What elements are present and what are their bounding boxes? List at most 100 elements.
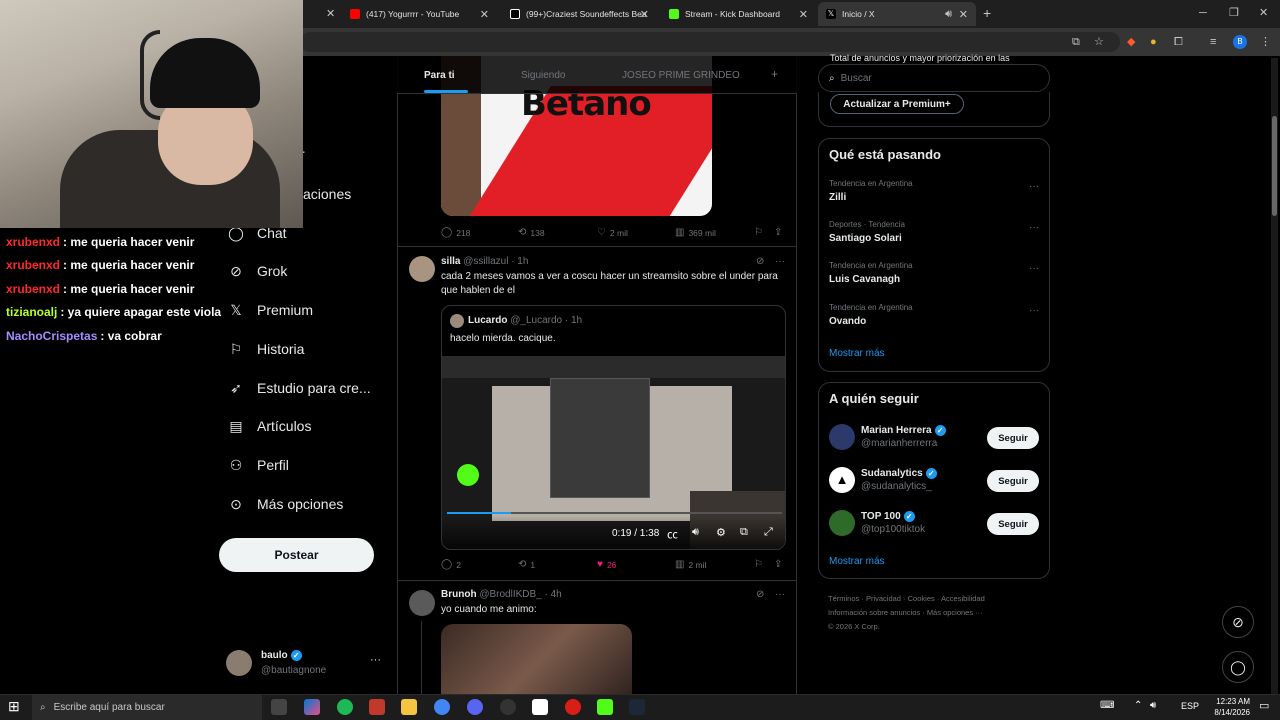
notifications-icon[interactable]: ▭ [1259,699,1269,712]
repost-action[interactable]: ⟲ 1 [518,559,535,570]
video-progress[interactable] [447,512,782,514]
extensions-puzzle-icon[interactable]: ⧠ [1174,36,1183,48]
address-bar[interactable] [300,32,1120,52]
file-explorer-icon[interactable] [401,699,417,715]
footer-link[interactable]: Más opciones ··· [927,608,983,617]
volume-icon[interactable]: 🔊︎ [1150,700,1156,711]
voicemeeter-icon[interactable] [369,699,385,715]
nav-articulos[interactable]: ▤ Artículos [228,418,311,435]
show-more-link[interactable]: Mostrar más [829,348,885,359]
more-dots-icon[interactable]: ··· [370,654,381,666]
footer-link[interactable]: Información sobre anuncios [828,608,920,617]
install-icon[interactable]: ⧉ [1072,36,1080,48]
show-more-link[interactable]: Mostrar más [829,556,885,567]
messages-icon[interactable]: ◯ [1222,651,1254,683]
like-action[interactable]: ♥ 26 [597,559,616,570]
nav-estudio[interactable]: ➶ Estudio para cre... [228,380,371,397]
trend-item[interactable]: Tendencia en Argentina Luis Cavanagh [829,261,913,285]
windows-start-icon[interactable]: ⊞ [8,698,20,715]
follow-suggestion[interactable]: ▲ Sudanalytics ✓ @sudanalytics_ [829,467,937,493]
tab-youtube[interactable]: (417) Yogurrrr - YouTube ✕ [342,2,497,26]
kick-icon[interactable] [597,699,613,715]
more-dots-icon[interactable]: ··· [1029,222,1039,233]
tweet-author[interactable]: Brunoh @BrodlIKDB_ · 4h [441,588,562,602]
follow-button[interactable]: Seguir [987,427,1039,449]
more-dots-icon[interactable]: ··· [775,255,785,269]
scrollbar-thumb[interactable] [1272,116,1277,216]
scrollbar[interactable] [1271,58,1278,694]
like-action[interactable]: ♡ 2 mil [597,227,628,238]
spotify-icon[interactable] [337,699,353,715]
settings-gear-icon[interactable]: ⚙ [716,526,726,539]
minimize-icon[interactable]: ─ [1199,7,1207,19]
bookmark-action[interactable]: ⚐ [754,559,767,570]
steam-icon[interactable] [629,699,645,715]
tray-chevron-icon[interactable]: ⌃ [1134,700,1142,711]
tweet-author[interactable]: silla @ssillazul · 1h [441,255,528,269]
extension-icon[interactable]: ◆ [1127,36,1135,48]
grok-icon[interactable]: ⊘ [756,255,764,269]
trend-item[interactable]: Tendencia en Argentina Ovando [829,303,913,327]
views-action[interactable]: ▥ 369 mil [675,227,716,238]
close-icon[interactable]: ✕ [326,8,335,20]
more-dots-icon[interactable]: ··· [1029,305,1039,316]
close-icon[interactable]: ✕ [480,8,489,21]
grok-icon[interactable]: ⊘ [1222,606,1254,638]
media-icon[interactable]: ≡ [1210,36,1216,48]
new-tab-icon[interactable]: + [983,6,991,20]
tiktok-live-icon[interactable] [532,699,548,715]
tab-kick[interactable]: Stream - Kick Dashboard ✕ [661,2,816,26]
tab-tiktok[interactable]: (99+)Craziest Soundeffects Beat ✕ [502,2,657,26]
tab-x-home[interactable]: 𝕏 Inicio / X 🔊︎ ✕ [818,2,976,26]
nav-mas-opciones[interactable]: ⊙ Más opciones [228,496,343,513]
fullscreen-icon[interactable]: ⤢ [764,526,773,539]
search-input[interactable]: ⌕ Buscar [818,64,1050,92]
close-icon[interactable]: ✕ [640,8,649,21]
trend-item[interactable]: Tendencia en Argentina Zilli [829,179,913,203]
clock[interactable]: 12:23 AM 8/14/2026 [1200,696,1250,718]
follow-button[interactable]: Seguir [987,470,1039,492]
grok-icon[interactable]: ⊘ [756,588,764,602]
share-action[interactable]: ⇪ [774,559,786,570]
copilot-icon[interactable] [304,699,320,715]
menu-kebab-icon[interactable]: ⋮ [1260,36,1271,48]
avatar[interactable] [409,256,435,282]
follow-suggestion[interactable]: Marian Herrera ✓ @marianherrerra [829,424,946,450]
keyboard-icon[interactable]: ⌨ [1100,700,1114,711]
extension-icon[interactable]: ● [1150,36,1157,48]
add-tab-icon[interactable]: + [771,67,778,81]
bookmark-action[interactable]: ⚐ [754,227,767,238]
speaker-icon[interactable]: 🔊︎ [945,8,952,20]
views-action[interactable]: ▥ 2 mil [675,559,706,570]
tab-para-ti[interactable]: Para ti [424,70,455,81]
chrome-icon[interactable] [434,699,450,715]
close-icon[interactable]: ✕ [799,8,808,21]
video-player[interactable]: 0:19 / 1:38 ㏄ 🔊︎ ⚙ ⧉ ⤢ [442,356,785,549]
follow-suggestion[interactable]: TOP 100 ✓ @top100tiktok [829,510,925,536]
tab-custom-list[interactable]: JOSEO PRIME GRINDEO [622,70,740,81]
footer-link[interactable]: Términos [828,594,859,603]
captions-icon[interactable]: ㏄ [667,526,678,542]
discord-icon[interactable] [467,699,483,715]
quote-tweet[interactable]: Lucardo @_Lucardo · 1h hacelo mierda. ca… [441,305,786,550]
share-action[interactable]: ⇪ [774,227,786,238]
opera-icon[interactable] [565,699,581,715]
more-dots-icon[interactable]: ··· [1029,181,1039,192]
reply-action[interactable]: ◯ 218 [441,227,470,238]
language-indicator[interactable]: ESP [1181,701,1199,711]
restore-icon[interactable]: ❐ [1229,7,1239,19]
taskbar-search[interactable]: ⌕ Escribe aquí para buscar [32,694,262,720]
pip-icon[interactable]: ⧉ [740,526,748,539]
repost-action[interactable]: ⟲ 138 [518,227,545,238]
bookmark-star-icon[interactable]: ☆ [1094,36,1104,48]
task-view-icon[interactable] [271,699,287,715]
avatar[interactable] [409,590,435,616]
profile-icon[interactable]: B [1233,35,1247,49]
more-dots-icon[interactable]: ··· [1029,263,1039,274]
footer-link[interactable]: Accesibilidad [941,594,985,603]
close-icon[interactable]: ✕ [959,8,968,21]
footer-link[interactable]: Cookies [908,594,935,603]
obs-icon[interactable] [500,699,516,715]
tweet-image[interactable] [441,624,632,694]
account-switcher[interactable]: baulo ✓ @bautiagnone ··· [226,648,388,680]
